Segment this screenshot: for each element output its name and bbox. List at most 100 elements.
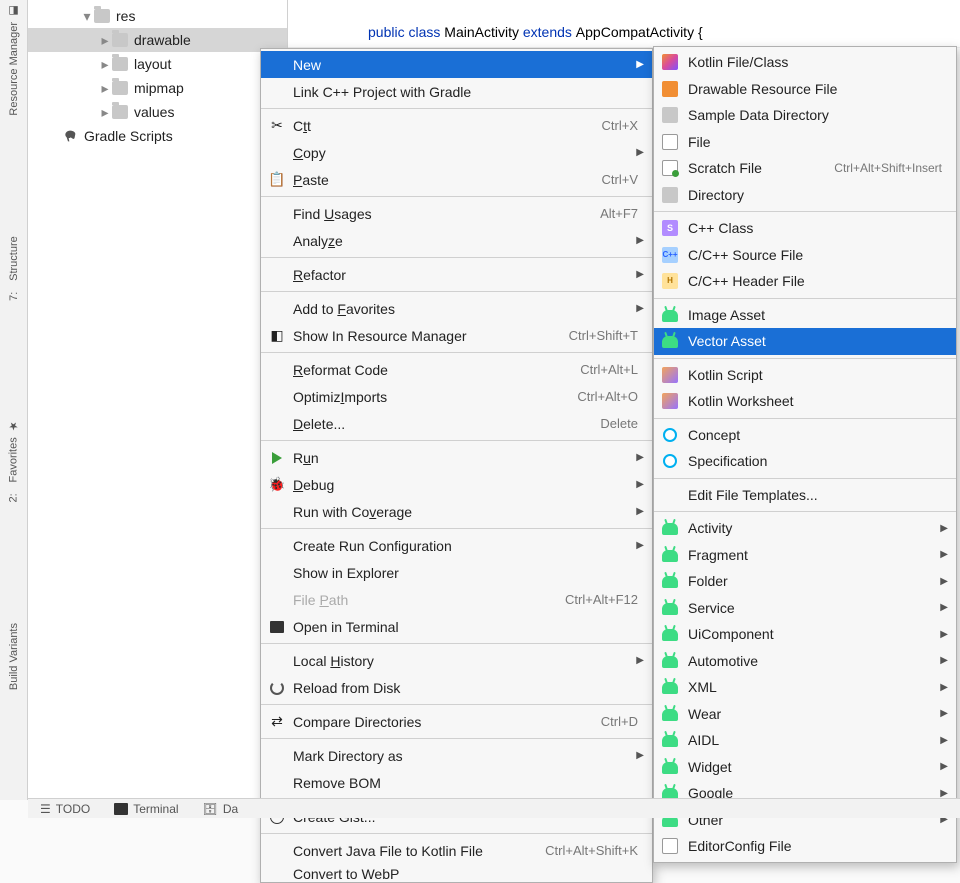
new-submenu: Kotlin File/Class Drawable Resource File S… — [653, 46, 957, 863]
menu-item-editorconfig-file[interactable]: EditorConfig File — [654, 833, 956, 860]
menu-item-image-asset[interactable]: Image Asset — [654, 302, 956, 329]
menu-item-kotlin-script[interactable]: Kotlin Script — [654, 362, 956, 389]
chevron-right-icon[interactable]: ▸ — [98, 57, 112, 71]
menu-item-kotlin-worksheet[interactable]: Kotlin Worksheet — [654, 388, 956, 415]
tree-node-gradle-scripts[interactable]: Gradle Scripts — [28, 124, 287, 148]
menu-item-convert-java-file-to-kotlin-file[interactable]: Convert Java File to Kotlin FileCtrl+Alt… — [261, 837, 652, 864]
menu-item-reload-from-disk[interactable]: Reload from Disk — [261, 674, 652, 701]
menu-item-refactor[interactable]: Refactor▶ — [261, 261, 652, 288]
menu-separator — [261, 704, 652, 705]
menu-item-reformat-code[interactable]: Reformat CodeCtrl+Alt+L — [261, 356, 652, 383]
and-icon — [662, 547, 678, 563]
menu-item-edit-file-templates[interactable]: Edit File Templates... — [654, 482, 956, 509]
rail-favorites[interactable]: 2: Favorites ★ — [7, 420, 20, 503]
menu-item-concept[interactable]: Concept — [654, 422, 956, 449]
menu-item-folder[interactable]: Folder▶ — [654, 568, 956, 595]
chevron-right-icon: ▶ — [636, 452, 644, 463]
menu-item-run[interactable]: Run▶ — [261, 444, 652, 471]
menu-item-run-with-coverage[interactable]: Run with Coverage▶ — [261, 498, 652, 525]
code-editor[interactable]: public class MainActivity extends AppCom… — [288, 0, 960, 48]
menu-item-add-to-favorites[interactable]: Add to Favorites▶ — [261, 295, 652, 322]
menu-item-c-c-source-file[interactable]: C++C/C++ Source File — [654, 242, 956, 269]
menu-item-remove-bom[interactable]: Remove BOM — [261, 769, 652, 796]
menu-item-label: Edit File Templates... — [688, 487, 942, 503]
chevron-right-icon[interactable]: ▸ — [98, 33, 112, 47]
menu-item-find-usages[interactable]: Find UsagesAlt+F7 — [261, 200, 652, 227]
menu-item-cut[interactable]: ✂CttCtrl+X — [261, 112, 652, 139]
menu-item-vector-asset[interactable]: Vector Asset — [654, 328, 956, 355]
menu-item-activity[interactable]: Activity▶ — [654, 515, 956, 542]
menu-item-uicomponent[interactable]: UiComponent▶ — [654, 621, 956, 648]
menu-item-paste[interactable]: 📋PasteCtrl+V — [261, 166, 652, 193]
menu-item-label: Add to Favorites — [293, 301, 638, 317]
menu-item-widget[interactable]: Widget▶ — [654, 754, 956, 781]
run-icon — [269, 450, 285, 466]
chevron-right-icon[interactable]: ▸ — [98, 105, 112, 119]
menu-item-file-path[interactable]: File PathCtrl+Alt+F12 — [261, 586, 652, 613]
menu-item-link-c-project-with-gradle[interactable]: Link C++ Project with Gradle — [261, 78, 652, 105]
tree-node-values[interactable]: ▸ values — [28, 100, 287, 124]
rail-resource-manager[interactable]: Resource Manager ◧ — [7, 4, 21, 116]
chevron-right-icon[interactable]: ▸ — [98, 81, 112, 95]
menu-item-directory[interactable]: Directory — [654, 182, 956, 209]
menu-item-show-in-explorer[interactable]: Show in Explorer — [261, 559, 652, 586]
menu-item-analyze[interactable]: Analyze▶ — [261, 227, 652, 254]
file-icon — [662, 838, 678, 854]
menu-item-drawable-resource-file[interactable]: Drawable Resource File — [654, 76, 956, 103]
tree-node-layout[interactable]: ▸ layout — [28, 52, 287, 76]
menu-item-convert-to-webp[interactable]: Convert to WebP — [261, 864, 652, 880]
tree-node-drawable[interactable]: ▸ drawable — [28, 28, 287, 52]
menu-item-shortcut: Ctrl+Shift+T — [569, 328, 638, 343]
menu-separator — [654, 418, 956, 419]
menu-item-optimize-imports[interactable]: OptimizImportsCtrl+Alt+O — [261, 383, 652, 410]
menu-item-scratch-file[interactable]: Scratch FileCtrl+Alt+Shift+Insert — [654, 155, 956, 182]
circ-c-icon — [662, 427, 678, 443]
menu-item-create-run-configuration[interactable]: Create Run Configuration▶ — [261, 532, 652, 559]
bottom-terminal[interactable]: Terminal — [114, 802, 178, 816]
bottom-todo[interactable]: ☰TODO — [40, 802, 90, 816]
menu-item-sample-data-directory[interactable]: Sample Data Directory — [654, 102, 956, 129]
menu-item-c-c-header-file[interactable]: HC/C++ Header File — [654, 268, 956, 295]
chevron-down-icon[interactable]: ▾ — [80, 9, 94, 23]
folder2-icon — [662, 187, 678, 203]
menu-item-delete[interactable]: Delete...Delete — [261, 410, 652, 437]
menu-item-label: Show in Explorer — [293, 565, 638, 581]
menu-item-show-in-resource-manager[interactable]: ◧Show In Resource ManagerCtrl+Shift+T — [261, 322, 652, 349]
menu-item-label: Copy — [293, 145, 638, 161]
menu-item-aidl[interactable]: AIDL▶ — [654, 727, 956, 754]
menu-item-local-history[interactable]: Local History▶ — [261, 647, 652, 674]
tree-node-res[interactable]: ▾ res — [28, 4, 287, 28]
menu-item-mark-directory-as[interactable]: Mark Directory as▶ — [261, 742, 652, 769]
menu-item-xml[interactable]: XML▶ — [654, 674, 956, 701]
menu-item-compare-directories[interactable]: ⇄Compare DirectoriesCtrl+D — [261, 708, 652, 735]
menu-separator — [261, 108, 652, 109]
rail-build-variants[interactable]: Build Variants — [8, 623, 20, 690]
menu-item-service[interactable]: Service▶ — [654, 595, 956, 622]
rail-structure[interactable]: 7: Structure — [8, 236, 20, 301]
menu-item-wear[interactable]: Wear▶ — [654, 701, 956, 728]
chevron-right-icon: ▶ — [940, 549, 948, 560]
menu-item-label: Delete... — [293, 416, 600, 432]
folder2-icon — [662, 107, 678, 123]
menu-item-copy[interactable]: Copy▶ — [261, 139, 652, 166]
menu-item-label: Convert to WebP — [293, 866, 638, 880]
bottom-database[interactable]: 🗄Da — [203, 802, 239, 816]
menu-item-file[interactable]: File — [654, 129, 956, 156]
menu-item-fragment[interactable]: Fragment▶ — [654, 542, 956, 569]
menu-item-kotlin-file-class[interactable]: Kotlin File/Class — [654, 49, 956, 76]
and-icon — [662, 732, 678, 748]
menu-item-open-in-terminal[interactable]: Open in Terminal — [261, 613, 652, 640]
menu-item-specification[interactable]: Specification — [654, 448, 956, 475]
and-icon — [662, 653, 678, 669]
menu-item-label: Drawable Resource File — [688, 81, 942, 97]
menu-item-debug[interactable]: 🐞Debug▶ — [261, 471, 652, 498]
menu-item-label: Analyze — [293, 233, 638, 249]
chevron-right-icon: ▶ — [636, 269, 644, 280]
menu-item-automotive[interactable]: Automotive▶ — [654, 648, 956, 675]
menu-item-c-class[interactable]: SC++ Class — [654, 215, 956, 242]
chevron-right-icon: ▶ — [940, 761, 948, 772]
menu-separator — [654, 358, 956, 359]
tree-node-mipmap[interactable]: ▸ mipmap — [28, 76, 287, 100]
menu-item-label: XML — [688, 679, 942, 695]
menu-item-new[interactable]: New▶ — [261, 51, 652, 78]
